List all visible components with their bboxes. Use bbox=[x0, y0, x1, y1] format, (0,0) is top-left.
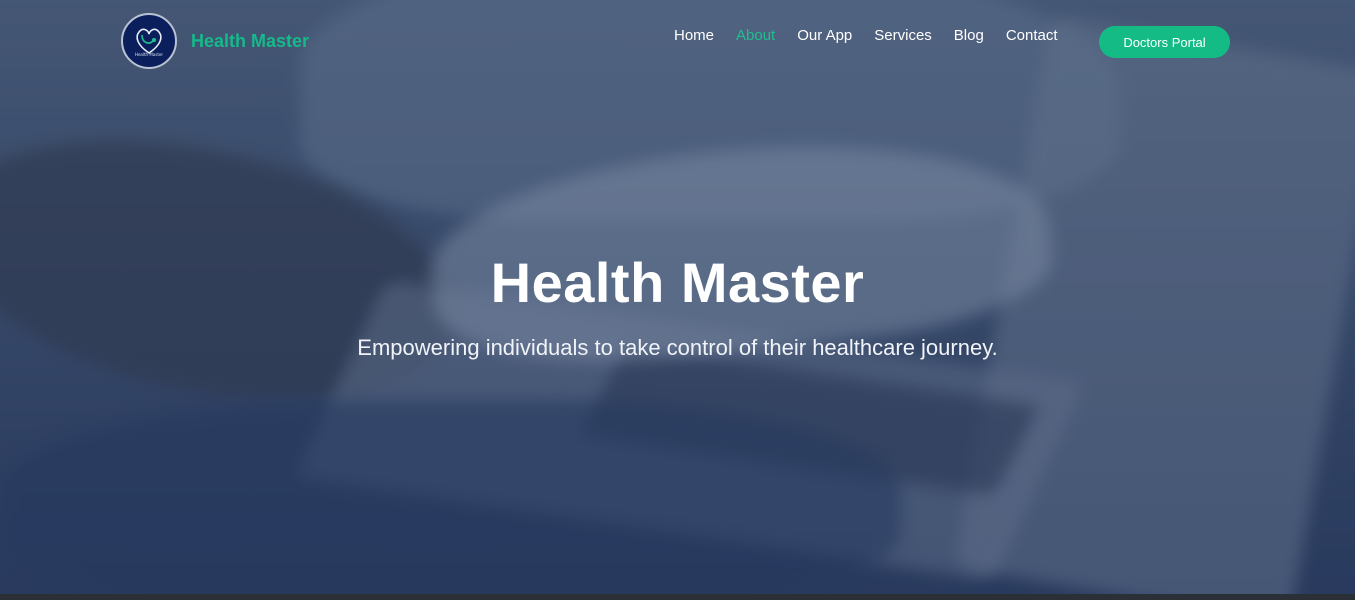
nav-contact-link[interactable]: Contact bbox=[1006, 27, 1058, 44]
doctors-portal-button[interactable]: Doctors Portal bbox=[1099, 26, 1230, 58]
main-nav: Home About Our App Services Blog Contact bbox=[674, 27, 1080, 44]
brand-name: Health Master bbox=[191, 30, 310, 51]
nav-about-link[interactable]: About bbox=[736, 27, 775, 44]
nav-our-app-link[interactable]: Our App bbox=[797, 27, 852, 44]
heart-stethoscope-logo-icon: Health Master bbox=[121, 13, 177, 69]
navbar: Health Master Health Master Home About O… bbox=[0, 0, 1355, 84]
nav-blog-link[interactable]: Blog bbox=[954, 27, 984, 44]
hero-title: Health Master bbox=[490, 251, 865, 314]
bottom-edge-bar bbox=[0, 594, 1355, 600]
nav-home-link[interactable]: Home bbox=[674, 27, 714, 44]
hero-content: Health Master Empowering individuals to … bbox=[0, 250, 1355, 361]
hero-section: Health Master Health Master Home About O… bbox=[0, 0, 1355, 600]
logo-caption: Health Master bbox=[135, 52, 163, 57]
nav-services-link[interactable]: Services bbox=[874, 27, 932, 44]
brand-link[interactable]: Health Master Health Master bbox=[121, 13, 309, 69]
hero-subtitle: Empowering individuals to take control o… bbox=[357, 335, 998, 360]
